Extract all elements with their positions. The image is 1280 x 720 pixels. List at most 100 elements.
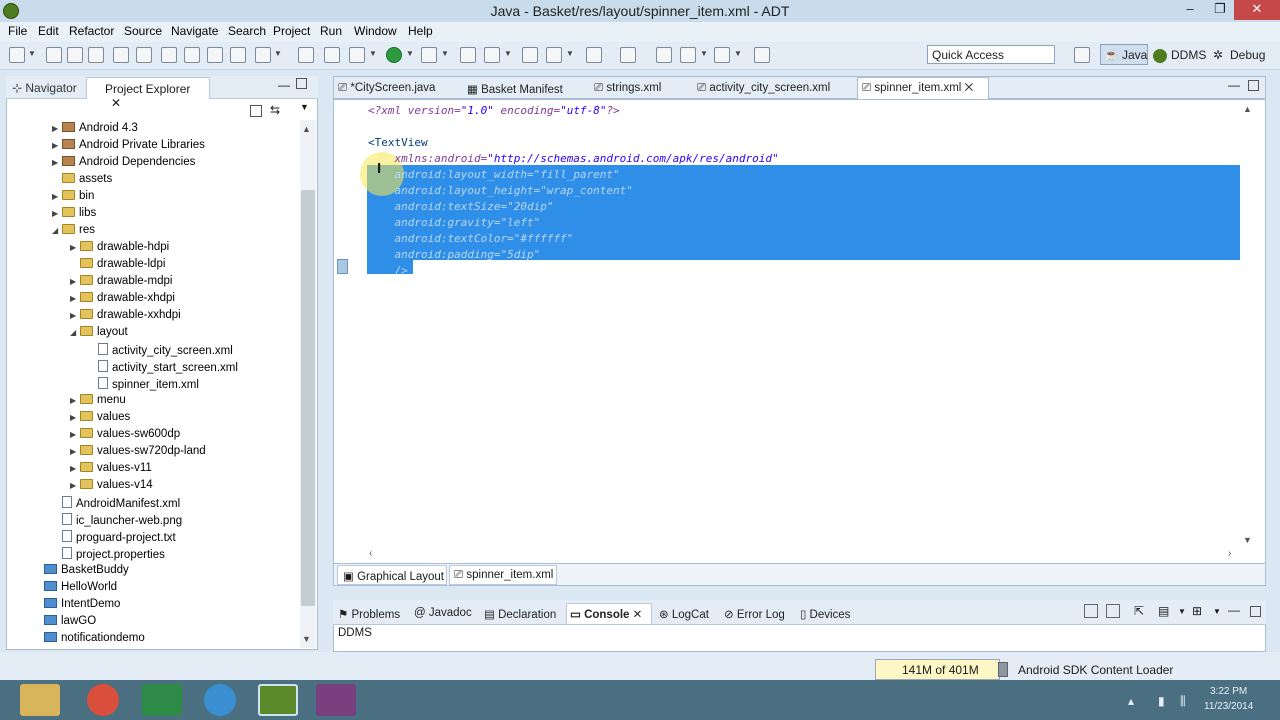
chevron-down-icon[interactable]: ▼ [302, 634, 311, 644]
tree-item[interactable]: ▶ values [14, 411, 298, 428]
expander-icon[interactable]: ▶ [70, 396, 80, 405]
collapse-all-icon[interactable] [250, 105, 262, 117]
close-icon[interactable]: ✕ [633, 609, 643, 621]
tasks-icon[interactable] [298, 47, 314, 63]
expander-icon[interactable]: ▶ [52, 124, 62, 133]
android-sdk-manager-icon[interactable] [113, 47, 129, 63]
chevron-left-icon[interactable]: ‹ [369, 548, 372, 559]
tab-basket-manifest[interactable]: ▦ Basket Manifest [467, 82, 563, 96]
expander-icon[interactable]: ▶ [52, 192, 62, 201]
tree-item[interactable]: ▶ Android Private Libraries [14, 139, 298, 156]
editor-horizontal-scrollbar[interactable] [366, 549, 1240, 563]
skip-breakpoints-icon[interactable] [324, 47, 340, 63]
expander-icon[interactable]: ▶ [52, 141, 62, 150]
tree-item[interactable]: ▶ drawable-xxhdpi [14, 309, 298, 326]
menu-search[interactable]: Search [228, 24, 266, 38]
search-icon[interactable] [546, 47, 562, 63]
maximize-icon[interactable] [1250, 606, 1261, 617]
chevron-down-icon[interactable]: ▼ [566, 49, 574, 58]
tree-item[interactable]: lawGO [14, 615, 298, 632]
annotation-previous-icon[interactable] [620, 47, 636, 63]
clock-date[interactable]: 11/23/2014 [1204, 701, 1253, 712]
new-java-package-icon[interactable] [460, 47, 476, 63]
link-with-editor-icon[interactable]: ⇆ [270, 103, 280, 117]
tree-item[interactable]: ◢ res [14, 224, 298, 241]
tree-item[interactable]: ▶ values-v11 [14, 462, 298, 479]
pin-console-icon[interactable]: ⇱ [1134, 604, 1144, 618]
debug-icon[interactable] [349, 47, 365, 63]
tab-xml-source[interactable]: ⎚ spinner_item.xml [449, 565, 557, 585]
tree-item[interactable]: proguard-project.txt [14, 530, 298, 547]
close-icon[interactable]: ✕ [111, 96, 121, 110]
editor-vertical-scrollbar[interactable] [1240, 100, 1255, 548]
expander-icon[interactable]: ▶ [70, 430, 80, 439]
tab-declaration[interactable]: ▤ Declaration [484, 607, 556, 621]
expander-icon[interactable]: ▶ [70, 413, 80, 422]
tree-item[interactable]: ▶ values-v14 [14, 479, 298, 496]
tree-item[interactable]: ▶ drawable-xhdpi [14, 292, 298, 309]
tab-error-log[interactable]: ⊘ Error Log [724, 607, 785, 621]
maximize-icon[interactable] [1248, 80, 1259, 91]
new-android-project-icon[interactable] [184, 47, 200, 63]
tree-item[interactable]: ◢ layout [14, 326, 298, 343]
expander-icon[interactable]: ▶ [70, 243, 80, 252]
adt-taskbar-icon[interactable] [258, 684, 298, 716]
quick-access-input[interactable]: Quick Access [927, 45, 1055, 64]
annotation-next-icon[interactable] [586, 47, 602, 63]
new-android-xml-icon[interactable] [207, 47, 223, 63]
open-task-icon[interactable] [522, 47, 538, 63]
minimize-icon[interactable]: – [1176, 0, 1204, 20]
close-icon[interactable]: ✕ [965, 82, 974, 94]
tree-scrollbar-thumb[interactable] [301, 190, 315, 606]
menu-navigate[interactable]: Navigate [171, 24, 218, 38]
maximize-icon[interactable]: ❐ [1206, 0, 1234, 20]
tree-item[interactable]: drawable-ldpi [14, 258, 298, 275]
tab-activity-city-screen[interactable]: ⎚ activity_city_screen.xml [697, 82, 830, 95]
new-java-class-icon[interactable] [484, 47, 500, 63]
tree-item[interactable]: ▶ libs [14, 207, 298, 224]
expander-icon[interactable]: ▶ [70, 447, 80, 456]
tree-item[interactable]: assets [14, 173, 298, 190]
minimize-icon[interactable]: — [1228, 78, 1240, 92]
flag-icon[interactable]: ▮ [1158, 694, 1165, 708]
tree-item[interactable]: HelloWorld [14, 581, 298, 598]
lint-icon[interactable] [161, 47, 177, 63]
chrome-icon[interactable] [87, 684, 119, 716]
back-icon[interactable] [680, 47, 696, 63]
tree-item[interactable]: ▶ drawable-mdpi [14, 275, 298, 292]
tree-item[interactable]: BasketBuddy [14, 564, 298, 581]
chevron-down-icon[interactable]: ▼ [274, 49, 282, 58]
tab-javadoc[interactable]: @ Javadoc [414, 607, 472, 619]
last-edit-location-icon[interactable] [656, 47, 672, 63]
expander-icon[interactable]: ▶ [70, 294, 80, 303]
expander-icon[interactable]: ▶ [52, 209, 62, 218]
view-menu-icon[interactable]: ▼ [300, 102, 309, 112]
save-icon[interactable] [46, 47, 62, 63]
tab-cityscreen-java[interactable]: ⎚ *CityScreen.java [338, 82, 435, 95]
tab-strings-xml[interactable]: ⎚ strings.xml [594, 82, 661, 95]
tree-item[interactable]: ▶ values-sw600dp [14, 428, 298, 445]
expander-icon[interactable]: ▶ [70, 464, 80, 473]
expander-icon[interactable]: ◢ [70, 328, 80, 337]
expander-icon[interactable]: ▶ [52, 158, 62, 167]
tab-logcat[interactable]: ⊛ LogCat [659, 607, 709, 621]
chevron-down-icon[interactable]: ▼ [441, 49, 449, 58]
menu-window[interactable]: Window [354, 24, 397, 38]
scroll-lock-icon[interactable] [1106, 604, 1120, 618]
pin-editor-icon[interactable] [754, 47, 770, 63]
expander-icon[interactable]: ◢ [52, 226, 62, 235]
annotation-marker[interactable] [337, 259, 348, 274]
chevron-down-icon[interactable]: ▼ [28, 49, 36, 58]
save-all-icon[interactable] [67, 47, 83, 63]
close-icon[interactable]: ✕ [1234, 0, 1280, 20]
internet-explorer-icon[interactable] [204, 684, 236, 716]
tree-item[interactable]: notificationdemo [14, 632, 298, 649]
file-explorer-icon[interactable] [20, 684, 60, 716]
heap-status[interactable]: 141M of 401M [875, 659, 1000, 680]
tab-project-explorer[interactable]: Project Explorer ✕ [86, 77, 210, 110]
expander-icon[interactable]: ▶ [70, 311, 80, 320]
avd-manager-icon[interactable] [136, 47, 152, 63]
tree-item[interactable]: IntentDemo [14, 598, 298, 615]
new-icon[interactable] [9, 47, 25, 63]
tab-problems[interactable]: ⚑ Problems [338, 607, 400, 621]
